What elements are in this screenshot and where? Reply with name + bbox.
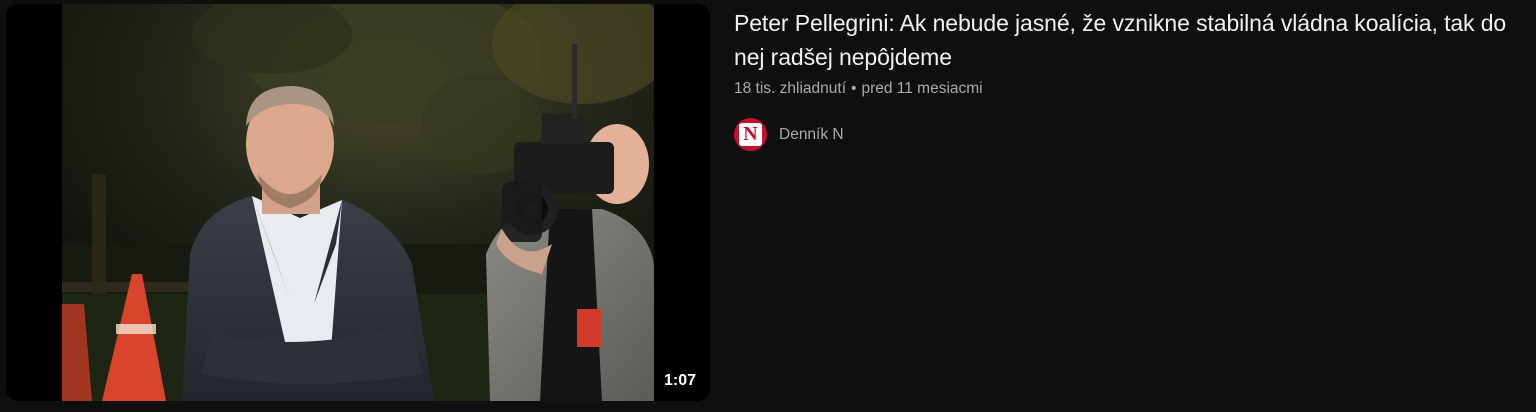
- channel-name[interactable]: Denník N: [779, 126, 844, 144]
- thumbnail-image: [62, 4, 654, 401]
- video-thumbnail[interactable]: 1:07: [6, 4, 710, 401]
- upload-age: pred 11 mesiacmi: [861, 80, 983, 97]
- channel-avatar[interactable]: N: [734, 118, 767, 151]
- video-result-row: 1:07 Peter Pellegrini: Ak nebude jasné, …: [0, 0, 1536, 412]
- channel-link[interactable]: N Denník N: [734, 118, 1524, 151]
- video-meta: Peter Pellegrini: Ak nebude jasné, že vz…: [734, 6, 1524, 151]
- view-count: 18 tis. zhliadnutí: [734, 80, 847, 97]
- stats-separator: •: [851, 80, 857, 97]
- video-stats: 18 tis. zhliadnutí • pred 11 mesiacmi: [734, 78, 1524, 100]
- channel-logo-icon: N: [739, 123, 762, 146]
- duration-badge: 1:07: [657, 369, 702, 393]
- video-title[interactable]: Peter Pellegrini: Ak nebude jasné, že vz…: [734, 6, 1524, 74]
